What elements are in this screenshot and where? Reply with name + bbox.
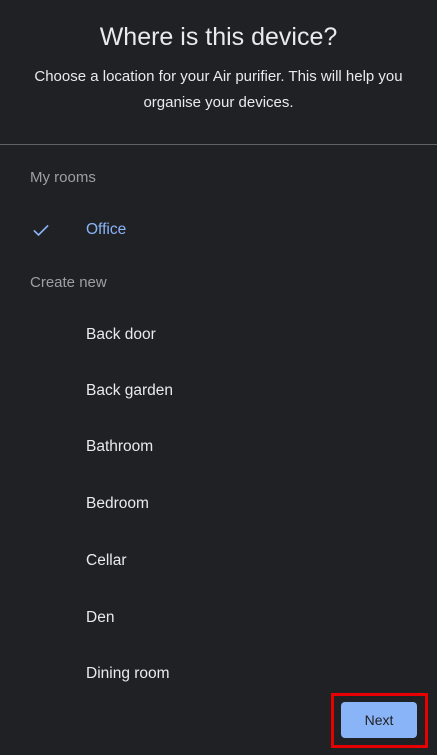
room-item-label: Bathroom [86,438,154,455]
room-item-dining-room[interactable]: Dining room [0,652,437,696]
room-item-label: Office [86,221,127,238]
room-item-label: Cellar [86,552,127,569]
header-divider [0,144,437,145]
page-title: Where is this device? [99,23,338,51]
room-item-label: Bedroom [86,495,149,512]
room-item-label: Back garden [86,382,174,399]
section-label-create-new: Create new [30,274,107,291]
room-item-bathroom[interactable]: Bathroom [0,425,437,469]
next-button[interactable]: Next [341,702,417,738]
room-item-den[interactable]: Den [0,596,437,640]
room-item-label: Back door [86,326,156,343]
room-item-back-door[interactable]: Back door [0,313,437,357]
header: Where is this device? Choose a location … [0,0,437,145]
check-icon [33,224,49,237]
page-subtitle: Choose a location for your Air purifier.… [34,68,403,111]
section-label-my-rooms: My rooms [30,169,96,186]
room-item-back-garden[interactable]: Back garden [0,369,437,413]
room-item-office[interactable]: Office [0,208,437,252]
room-item-label: Den [86,609,115,626]
room-item-bedroom[interactable]: Bedroom [0,482,437,526]
room-item-cellar[interactable]: Cellar [0,539,437,583]
room-item-label: Dining room [86,665,170,682]
